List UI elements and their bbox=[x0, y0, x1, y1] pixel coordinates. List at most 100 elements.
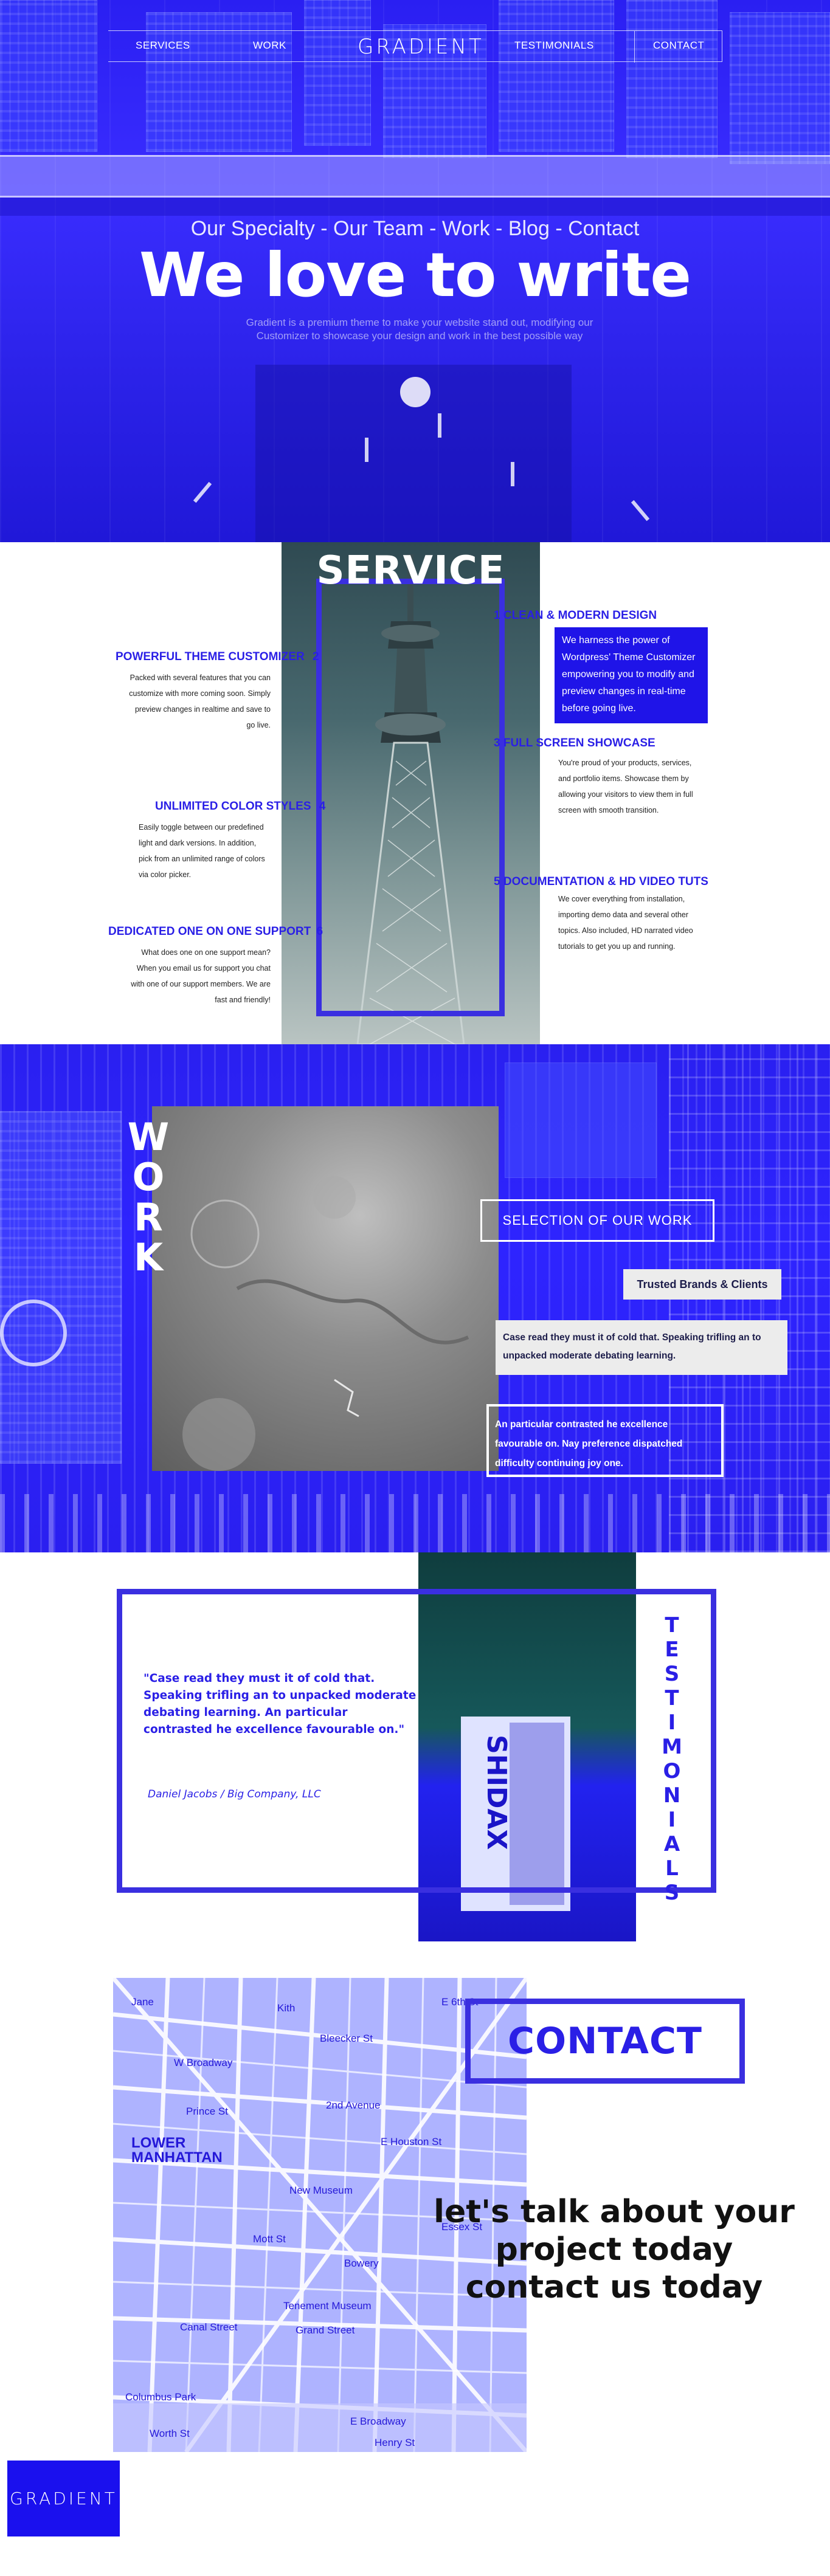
feature-title-text: CLEAN & MODERN DESIGN bbox=[503, 609, 657, 622]
testimonials-title-letter: O bbox=[663, 1759, 681, 1783]
hero-subtitle: Our Specialty - Our Team - Work - Blog -… bbox=[190, 217, 640, 240]
feature-text-2: Packed with several features that you ca… bbox=[129, 673, 271, 729]
sign-circle bbox=[0, 1300, 67, 1366]
feature-number: 1 bbox=[494, 609, 500, 622]
contact-cta: let's talk about your project today cont… bbox=[426, 2193, 803, 2306]
feature-text-1: We harness the power of Wordpress' Theme… bbox=[555, 627, 708, 723]
feature-title-5: 5 DOCUMENTATION & HD VIDEO TUTS bbox=[494, 875, 708, 889]
map-label: Mott St bbox=[253, 2233, 286, 2245]
hero-title: We love to write bbox=[139, 239, 691, 311]
testimonials-title-letter: M bbox=[662, 1735, 682, 1759]
feature-number: 4 bbox=[319, 800, 326, 813]
feature-text-4: Easily toggle between our predefined lig… bbox=[139, 823, 265, 879]
contact-cta-line: contact us today bbox=[465, 2269, 763, 2306]
footer-logo[interactable]: GRADIENT bbox=[7, 2461, 120, 2536]
feature-number: 6 bbox=[316, 925, 323, 938]
work-building bbox=[0, 1111, 122, 1464]
nav-work[interactable]: WORK bbox=[253, 40, 286, 52]
hero-section: SERVICES WORK GRADIENT TESTIMONIALS CONT… bbox=[0, 0, 830, 542]
feature-number: 5 bbox=[494, 875, 500, 888]
feature-number: 3 bbox=[494, 737, 500, 749]
logo[interactable]: GRADIENT bbox=[358, 35, 484, 59]
map-label: Worth St bbox=[150, 2428, 190, 2439]
work-image bbox=[152, 1106, 499, 1471]
testimonials-title-letter: L bbox=[665, 1856, 679, 1881]
hero-building bbox=[304, 0, 371, 146]
selection-of-work-button[interactable]: SELECTION OF OUR WORK bbox=[480, 1199, 714, 1242]
map-label: Jane bbox=[131, 1996, 154, 2008]
lane-marking bbox=[365, 438, 368, 462]
contact-title: CONTACT bbox=[465, 1999, 745, 2084]
work-section: W O R K SELECTION OF OUR WORK Trusted Br… bbox=[0, 1044, 830, 1552]
testimonials-title-letter: S bbox=[664, 1662, 680, 1686]
service-frame bbox=[316, 579, 505, 1016]
bridge bbox=[0, 198, 830, 216]
lane-marking bbox=[631, 500, 650, 522]
lane-marking bbox=[193, 481, 212, 503]
testimonials-title-letter: E bbox=[665, 1638, 679, 1662]
contact-section: Jane Kith Bleecker St Prince St LOWER MA… bbox=[0, 1941, 830, 2576]
nav-services[interactable]: SERVICES bbox=[136, 40, 190, 52]
nav-contact[interactable]: CONTACT bbox=[653, 40, 704, 52]
testimonials-title-letter: T bbox=[665, 1613, 679, 1638]
testimonials-title-letter: S bbox=[664, 1881, 680, 1905]
map-label: Bleecker St bbox=[320, 2033, 373, 2044]
map-label: Tenement Museum bbox=[283, 2300, 372, 2312]
feature-title-text: DEDICATED ONE ON ONE SUPPORT bbox=[108, 925, 311, 938]
map-label: Canal Street bbox=[180, 2321, 238, 2333]
map-label: Kith bbox=[277, 2002, 296, 2014]
testimonial-quote: "Case read they must it of cold that. Sp… bbox=[144, 1672, 417, 1736]
map-label: Grand Street bbox=[296, 2324, 355, 2336]
feature-title-text: DOCUMENTATION & HD VIDEO TUTS bbox=[503, 875, 708, 888]
service-title: SERVICE bbox=[316, 548, 505, 593]
trusted-brands-label: Trusted Brands & Clients bbox=[623, 1269, 781, 1300]
testimonial-frame bbox=[117, 1589, 716, 1893]
feature-title-text: FULL SCREEN SHOWCASE bbox=[503, 737, 655, 749]
map-label: E Houston St bbox=[381, 2136, 442, 2147]
testimonials-title-letter: T bbox=[665, 1686, 679, 1710]
work-title-letter: K bbox=[133, 1235, 165, 1279]
testimonials-title-letter: N bbox=[663, 1783, 681, 1808]
hero-building bbox=[626, 0, 718, 158]
feature-title-3: 3 FULL SCREEN SHOWCASE bbox=[494, 737, 655, 750]
work-title-letter: O bbox=[132, 1155, 166, 1199]
nav-testimonials[interactable]: TESTIMONIALS bbox=[514, 40, 594, 52]
work-title-letter: W bbox=[127, 1115, 171, 1159]
work-artwork bbox=[182, 1176, 469, 1471]
feature-number: 2 bbox=[312, 650, 319, 663]
map-label: Prince St bbox=[186, 2106, 228, 2117]
map-label: 2nd Avenue bbox=[326, 2099, 381, 2111]
lane-marking bbox=[438, 413, 441, 438]
hero-building bbox=[499, 0, 614, 152]
feature-text-5: We cover everything from installation, i… bbox=[558, 895, 693, 951]
work-building bbox=[505, 1062, 657, 1178]
service-section: SERVICE 1 CLEAN & MODERN DESIGN POWERFUL… bbox=[0, 542, 830, 1044]
testimonials-title-letter: I bbox=[668, 1710, 676, 1735]
hero-description: Gradient is a premium theme to make your… bbox=[246, 317, 593, 342]
contact-cta-line: project today bbox=[495, 2231, 733, 2268]
feature-title-2: POWERFUL THEME CUSTOMIZER 2 bbox=[116, 650, 319, 664]
feature-text-3: You're proud of your products, services,… bbox=[558, 759, 693, 814]
feature-title-text: UNLIMITED COLOR STYLES bbox=[155, 800, 311, 813]
map-label: LOWER MANHATTAN bbox=[131, 2135, 223, 2166]
train bbox=[0, 155, 830, 198]
feature-title-1: 1 CLEAN & MODERN DESIGN bbox=[494, 609, 657, 622]
map-label: Bowery bbox=[344, 2257, 379, 2269]
map-label: Henry St bbox=[375, 2437, 415, 2448]
work-title: W O R K bbox=[125, 1117, 173, 1278]
feature-title-4: UNLIMITED COLOR STYLES 4 bbox=[155, 800, 325, 813]
feature-text-6: What does one on one support mean? When … bbox=[131, 948, 271, 1004]
testimonials-title-letter: A bbox=[663, 1832, 680, 1856]
hero-building bbox=[0, 0, 97, 152]
nav-contact-box: CONTACT bbox=[634, 31, 722, 63]
work-quote-2: An particular contrasted he excellence f… bbox=[486, 1404, 724, 1477]
feature-title-text: POWERFUL THEME CUSTOMIZER bbox=[116, 650, 305, 663]
street-lamp bbox=[400, 377, 431, 407]
map-label: E Broadway bbox=[350, 2416, 406, 2427]
map-label: W Broadway bbox=[174, 2057, 233, 2068]
contact-cta-line: let's talk about your bbox=[434, 2194, 795, 2230]
work-quote-1: Case read they must it of cold that. Spe… bbox=[496, 1320, 787, 1375]
top-navigation: SERVICES WORK GRADIENT TESTIMONIALS CONT… bbox=[108, 30, 722, 63]
work-title-letter: R bbox=[134, 1195, 164, 1239]
lane-marking bbox=[511, 462, 514, 486]
